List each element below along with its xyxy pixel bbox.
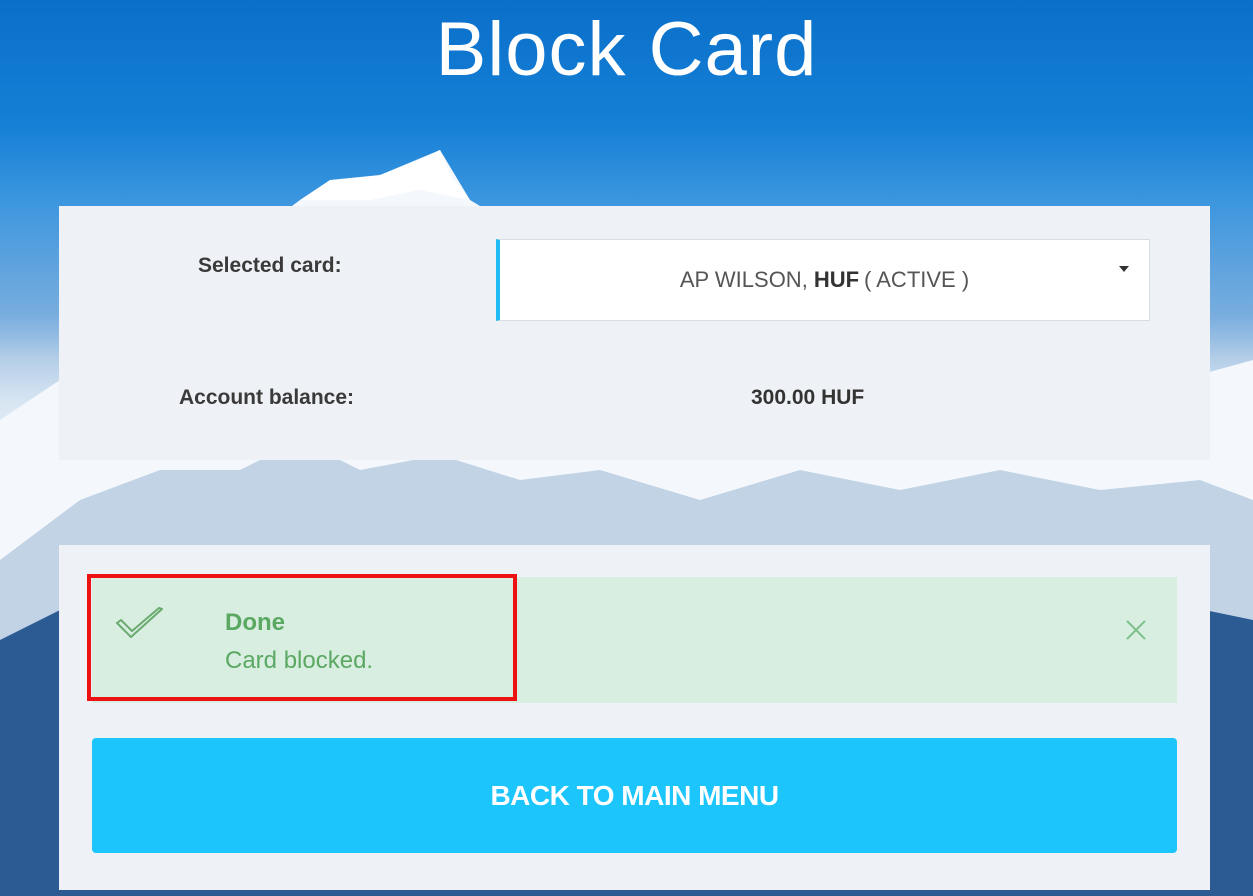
- result-panel: Done Card blocked. BACK TO MAIN MENU: [59, 545, 1210, 890]
- close-icon[interactable]: [1125, 619, 1147, 641]
- page-title: Block Card: [435, 7, 818, 92]
- card-currency: HUF: [813, 267, 860, 292]
- selected-card-label: Selected card:: [198, 254, 342, 277]
- account-balance-value: 300.00 HUF: [751, 386, 865, 409]
- back-to-main-menu-button[interactable]: BACK TO MAIN MENU: [92, 738, 1177, 853]
- card-panel: Selected card: AP WILSON, HUF ( ACTIVE )…: [59, 206, 1210, 460]
- alert-message: Card blocked.: [225, 647, 374, 674]
- card-status: ( ACTIVE ): [864, 267, 970, 292]
- card-select[interactable]: AP WILSON, HUF ( ACTIVE ): [496, 239, 1150, 321]
- alert-title: Done: [225, 609, 285, 636]
- account-balance-label: Account balance:: [179, 386, 355, 409]
- success-alert: Done Card blocked.: [92, 577, 1177, 703]
- chevron-down-icon[interactable]: [1119, 266, 1129, 272]
- card-holder-name: AP WILSON,: [679, 267, 808, 292]
- check-icon: [114, 605, 166, 650]
